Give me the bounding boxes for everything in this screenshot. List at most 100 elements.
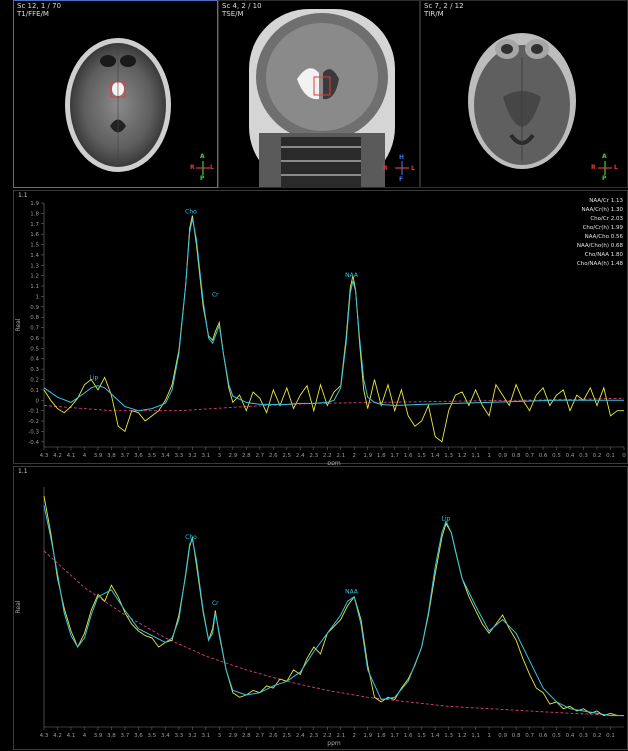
y-tick-label: 0.1 xyxy=(30,388,39,394)
x-tick-label: 3.6 xyxy=(134,733,143,739)
x-tick-label: 3.2 xyxy=(188,453,197,459)
ratio-row: NAA/Cho(h) 0.68 xyxy=(576,243,623,249)
orient-right-label: L xyxy=(210,164,214,171)
x-tick-label: 4.3 xyxy=(40,733,49,739)
metabolite-ratio-table: NAA/Cr 1.13 NAA/Cr(h) 1.30 Cho/Cr 2.03 C… xyxy=(577,197,623,269)
peak-label-cho: Cho xyxy=(185,208,197,215)
y-tick-label: 0.4 xyxy=(30,357,39,363)
x-tick-label: 3.8 xyxy=(107,733,116,739)
x-tick-label: 0.7 xyxy=(525,733,534,739)
x-tick-label: 0.1 xyxy=(606,453,615,459)
x-tick-label: 0.4 xyxy=(566,453,575,459)
orient-top-label: A xyxy=(602,153,607,160)
x-tick-label: 1.8 xyxy=(377,453,386,459)
x-tick-label: 3.5 xyxy=(148,453,157,459)
ratio-row: NAA/Cho 0.56 xyxy=(584,234,623,240)
x-tick-label: 3.1 xyxy=(201,453,210,459)
fit-spectrum-line xyxy=(43,505,624,717)
x-tick-label: 1.4 xyxy=(431,453,440,459)
x-tick-label: 1.4 xyxy=(431,733,440,739)
peak-label-naa: NAA xyxy=(345,272,359,279)
y-tick-label: 0.3 xyxy=(30,367,39,373)
peak-label-cr: Cr xyxy=(212,292,219,299)
ratio-row: NAA/Cr(h) 1.30 xyxy=(581,207,623,213)
x-tick-label: 2.4 xyxy=(296,453,305,459)
x-tick-label: 4.2 xyxy=(53,733,62,739)
y-tick-label: -0.3 xyxy=(28,429,39,435)
x-tick-label: 3.5 xyxy=(148,733,157,739)
x-tick-label: 4.1 xyxy=(67,453,76,459)
x-tick-label: 1.2 xyxy=(458,733,467,739)
x-tick-label: 2.6 xyxy=(269,733,278,739)
y-tick-label: 0.7 xyxy=(30,326,39,332)
y-tick-label: 1.5 xyxy=(30,243,39,249)
x-tick-label: 0.7 xyxy=(525,453,534,459)
y-tick-label: 1.8 xyxy=(30,211,39,217)
ratio-row: Cho/NAA(h) 1.48 xyxy=(576,261,623,267)
ratio-row: Cho/NAA 1.80 xyxy=(584,252,623,258)
x-tick-label: 0.6 xyxy=(539,733,548,739)
y-tick-label: 0.9 xyxy=(30,305,39,311)
y-tick-label: 0 xyxy=(36,398,40,404)
spectrum-2-chart[interactable]: 4.3 4.2 4.1 4 3.9 3.8 3.7 3.6 3.5 3.4 3.3 3.2 3.1 3 2.… xyxy=(14,467,628,751)
sequence-label: TIR/M xyxy=(424,10,444,18)
peak-label-lip: Lip xyxy=(89,375,98,382)
y-tick-label: 0.2 xyxy=(30,378,39,384)
spectrum-1-chart[interactable]: 4.3 4.2 4.1 4 3.9 3.8 3.7 3.6 3.5 3.4 3.3 3.2 3.1 3 2.… xyxy=(14,191,628,465)
orient-bottom-label: F xyxy=(399,176,404,183)
x-tick-label: 0.2 xyxy=(593,453,602,459)
x-axis-label: ppm xyxy=(327,460,341,465)
x-tick-label: 2.1 xyxy=(336,733,345,739)
x-tick-label: 1.1 xyxy=(471,733,480,739)
x-tick-label: 0.8 xyxy=(512,733,521,739)
x-tick-label: 4.2 xyxy=(53,453,62,459)
x-tick-label: 3.2 xyxy=(188,733,197,739)
orient-cross-icon xyxy=(395,161,409,175)
viewport-coronal-t2[interactable]: Sc 4, 2 / 10 TSE/M H F R L xyxy=(218,0,420,188)
y-tick-label: -0.1 xyxy=(28,409,39,415)
series-label: Sc 4, 2 / 10 xyxy=(222,2,262,10)
x-tick-label: 3.4 xyxy=(161,453,170,459)
y-tick-label: 1.4 xyxy=(30,253,39,259)
x-tick-label: 0.5 xyxy=(552,733,561,739)
x-tick-label: 3 xyxy=(218,733,222,739)
spectrum-panel-1[interactable]: 4.3 4.2 4.1 4 3.9 3.8 3.7 3.6 3.5 3.4 3.3 3.2 3.1 3 2.… xyxy=(13,190,628,465)
x-tick-label: 2.9 xyxy=(228,453,237,459)
x-tick-label: 2.8 xyxy=(242,733,251,739)
y-tick-label: 1.9 xyxy=(30,201,39,207)
x-tick-label: 2 xyxy=(352,453,356,459)
peak-label-naa: NAA xyxy=(345,589,359,596)
x-tick-label: 0.9 xyxy=(498,733,507,739)
x-tick-label: 2.3 xyxy=(309,453,318,459)
x-tick-label: 2.7 xyxy=(255,453,264,459)
x-tick-label: 1.9 xyxy=(363,733,372,739)
x-tick-label: 3.3 xyxy=(175,453,184,459)
x-tick-label: 2.1 xyxy=(336,453,345,459)
x-tick-label: 2.2 xyxy=(323,733,332,739)
x-tick-label: 0.3 xyxy=(579,733,588,739)
orient-left-label: R xyxy=(190,164,195,171)
orient-top-label: H xyxy=(399,154,405,161)
peak-label-lip: Lip xyxy=(442,516,451,523)
raw-spectrum-line xyxy=(43,496,624,717)
x-tick-label: 3.4 xyxy=(161,733,170,739)
spectrum-panel-2[interactable]: 4.3 4.2 4.1 4 3.9 3.8 3.7 3.6 3.5 3.4 3.3 3.2 3.1 3 2.… xyxy=(13,466,628,750)
x-tick-label: 3.1 xyxy=(201,733,210,739)
sequence-label: T1/FFE/M xyxy=(17,10,49,18)
x-tick-label: 2.3 xyxy=(309,733,318,739)
y-tick-label: -0.2 xyxy=(28,419,39,425)
x-tick-label: 3 xyxy=(218,453,222,459)
viewport-axial-ir[interactable]: Sc 7, 2 / 12 TIR/M A P R L xyxy=(420,0,628,188)
x-tick-label: 1.5 xyxy=(417,453,426,459)
x-tick-label: 3.7 xyxy=(121,453,130,459)
baseline-spectrum-line xyxy=(43,550,625,717)
series-label: Sc 12, 1 / 70 xyxy=(17,2,62,10)
x-tick-label: 3.9 xyxy=(94,453,103,459)
viewport-axial-t1[interactable]: Sc 12, 1 / 70 T1/FFE/M A P R L xyxy=(13,0,218,188)
x-tick-label: 1.8 xyxy=(377,733,386,739)
coronal-t2-brain-image xyxy=(249,9,395,187)
y-tick-label: 1.1 xyxy=(30,284,39,290)
x-tick-label: 0.2 xyxy=(593,733,602,739)
x-tick-label: 2.9 xyxy=(228,733,237,739)
x-tick-label: 4.3 xyxy=(40,453,49,459)
